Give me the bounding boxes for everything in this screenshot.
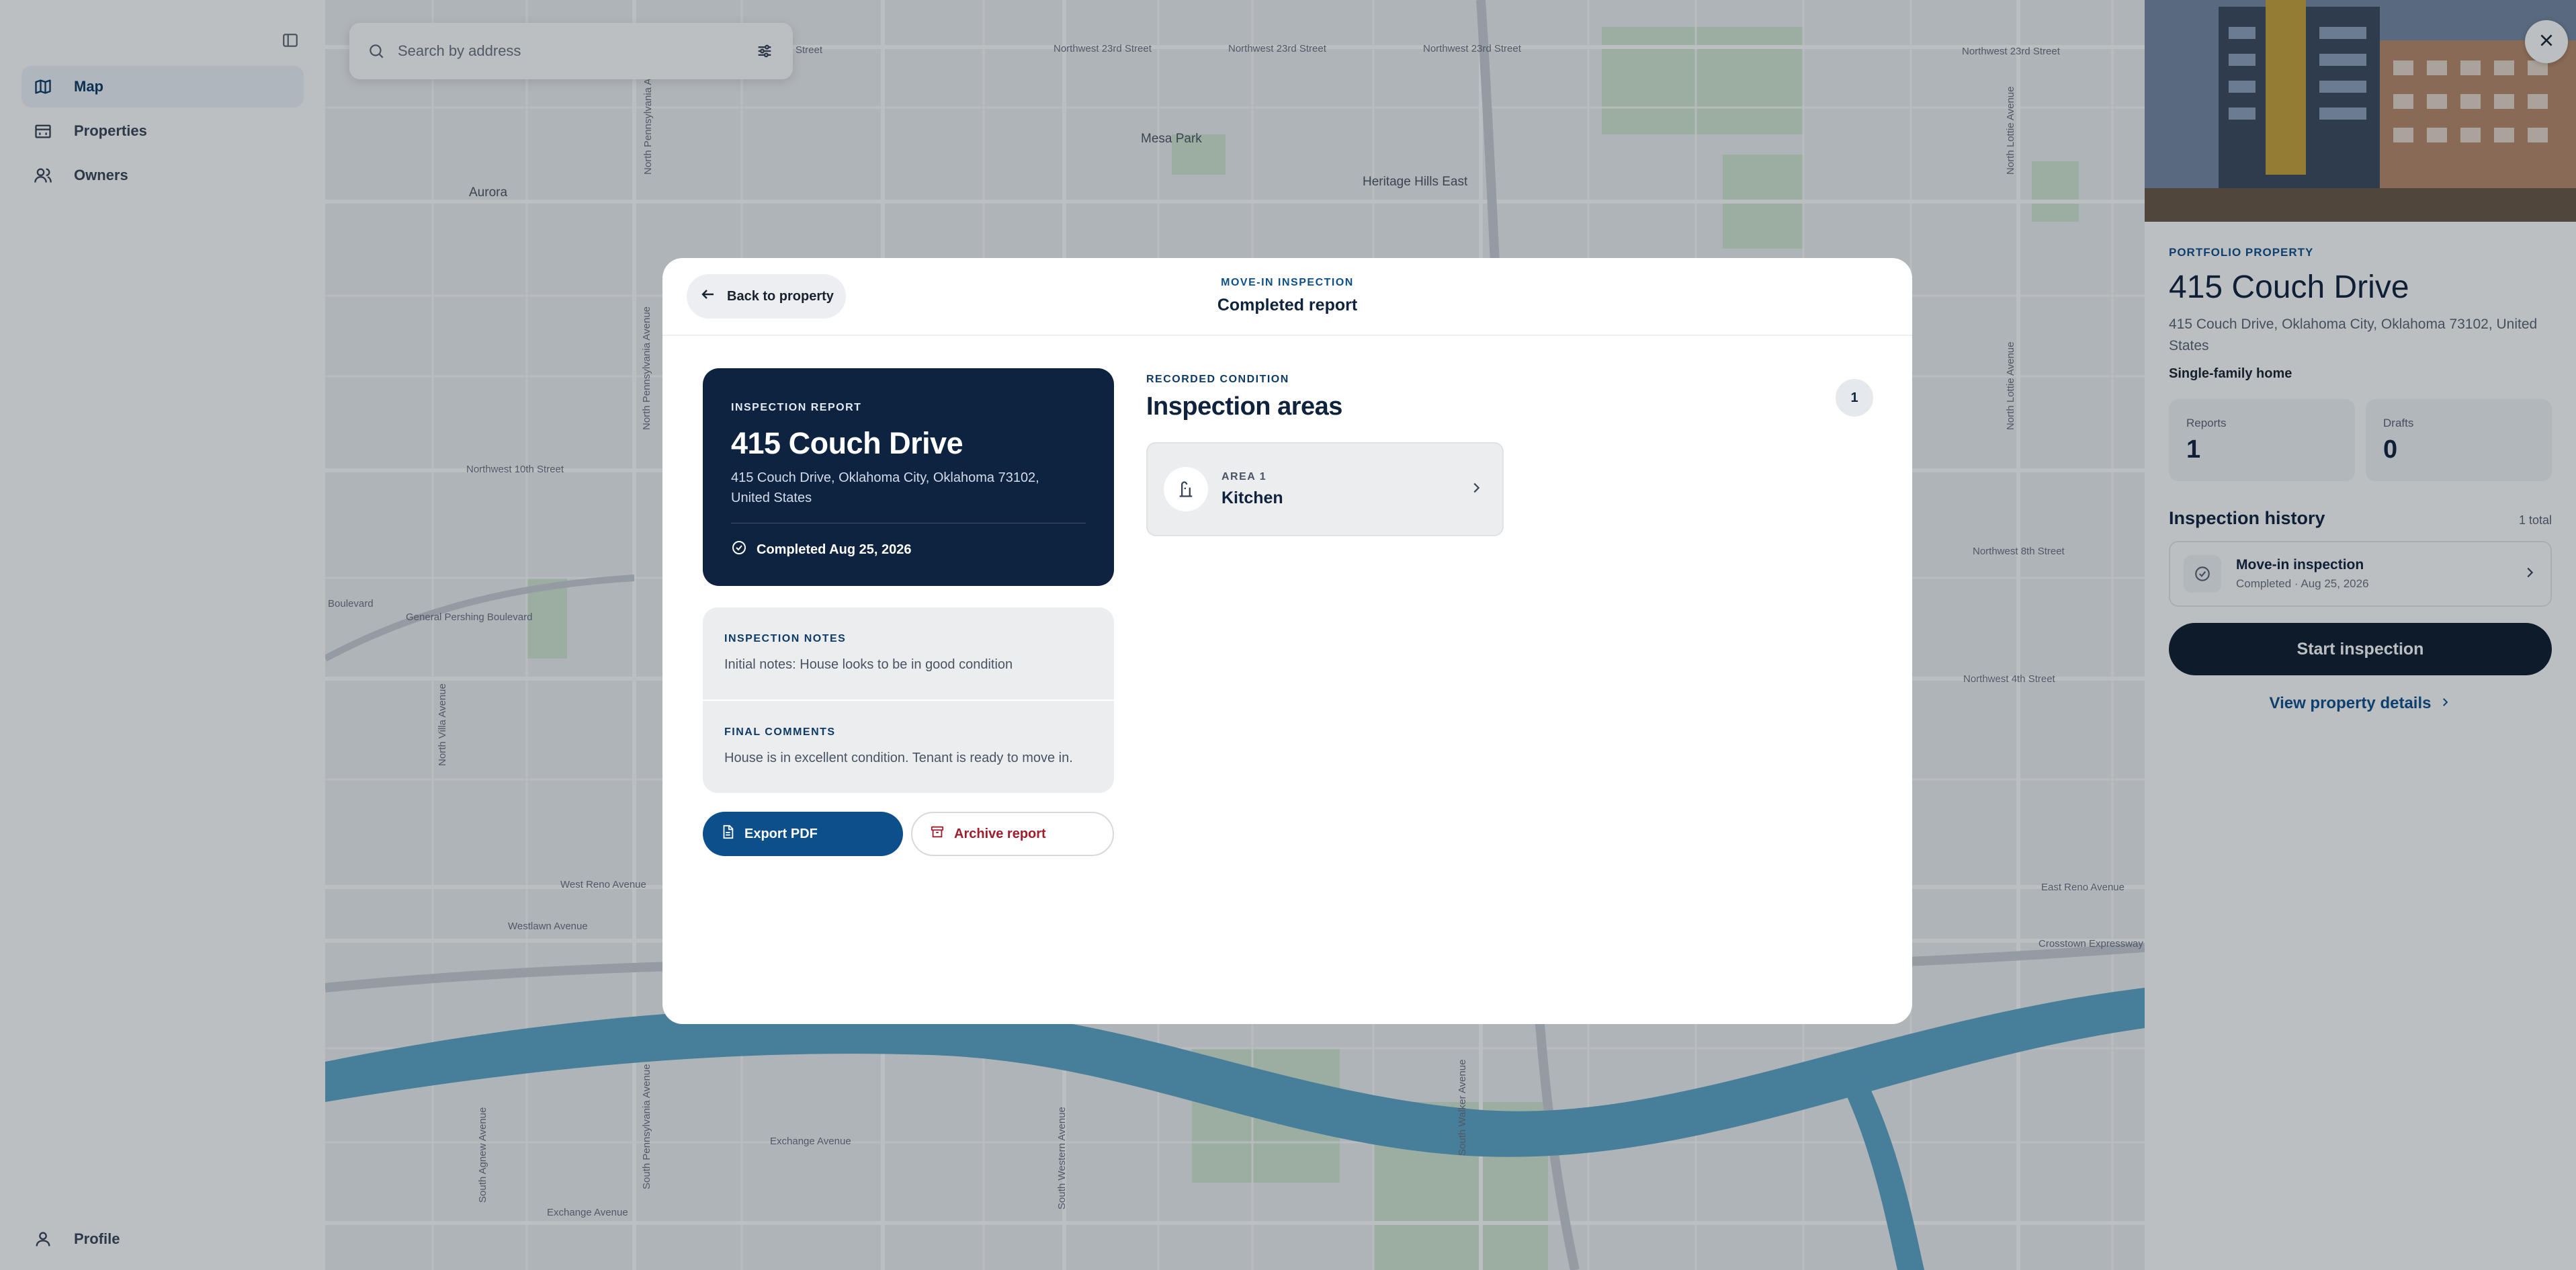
area-title: Kitchen <box>1221 488 1283 507</box>
report-eyebrow: INSPECTION REPORT <box>731 402 862 413</box>
export-pdf-button[interactable]: Export PDF <box>703 812 903 856</box>
area-card[interactable]: AREA 1 Kitchen <box>1146 442 1504 536</box>
completed-label: Completed Aug 25, 2026 <box>757 542 912 557</box>
report-address: 415 Couch Drive, Oklahoma City, Oklahoma… <box>731 470 1039 505</box>
archive-report-button[interactable]: Archive report <box>911 812 1114 856</box>
notes-label: INSPECTION NOTES <box>724 633 847 644</box>
inspection-report-modal: Back to property MOVE-IN INSPECTION Comp… <box>662 258 1912 1024</box>
areas-title: Inspection areas <box>1146 392 1342 421</box>
areas-count-badge: 1 <box>1836 379 1873 417</box>
area-eyebrow: AREA 1 <box>1221 470 1267 482</box>
file-icon <box>720 824 735 843</box>
final-comments-value: House is in excellent condition. Tenant … <box>724 751 1073 765</box>
check-circle-icon <box>731 540 747 560</box>
modal-eyebrow: MOVE-IN INSPECTION <box>1221 277 1354 288</box>
final-comments-section: FINAL COMMENTS House is in excellent con… <box>703 700 1114 792</box>
sink-icon <box>1164 467 1208 511</box>
areas-header: RECORDED CONDITION Inspection areas <box>1146 374 1873 421</box>
inspection-notes-section: INSPECTION NOTES Initial notes: House lo… <box>703 607 1114 700</box>
modal-title: Completed report <box>1217 296 1358 314</box>
export-label: Export PDF <box>744 826 818 841</box>
final-comments-label: FINAL COMMENTS <box>724 726 836 738</box>
modal-header: Back to property MOVE-IN INSPECTION Comp… <box>662 258 1912 336</box>
report-title: 415 Couch Drive <box>731 426 963 460</box>
report-summary-card: INSPECTION REPORT 415 Couch Drive 415 Co… <box>703 368 1114 586</box>
chevron-right-icon <box>1469 480 1484 499</box>
notes-value: Initial notes: House looks to be in good… <box>724 657 1013 672</box>
archive-label: Archive report <box>954 826 1046 841</box>
notes-card: INSPECTION NOTES Initial notes: House lo… <box>703 607 1114 793</box>
modal-title-block: MOVE-IN INSPECTION Completed report <box>662 277 1912 315</box>
areas-eyebrow: RECORDED CONDITION <box>1146 374 1289 385</box>
area-card-text: AREA 1 Kitchen <box>1221 471 1469 508</box>
archive-icon <box>930 824 945 843</box>
completed-status: Completed Aug 25, 2026 <box>731 540 1086 560</box>
report-actions: Export PDF Archive report <box>703 812 1114 856</box>
